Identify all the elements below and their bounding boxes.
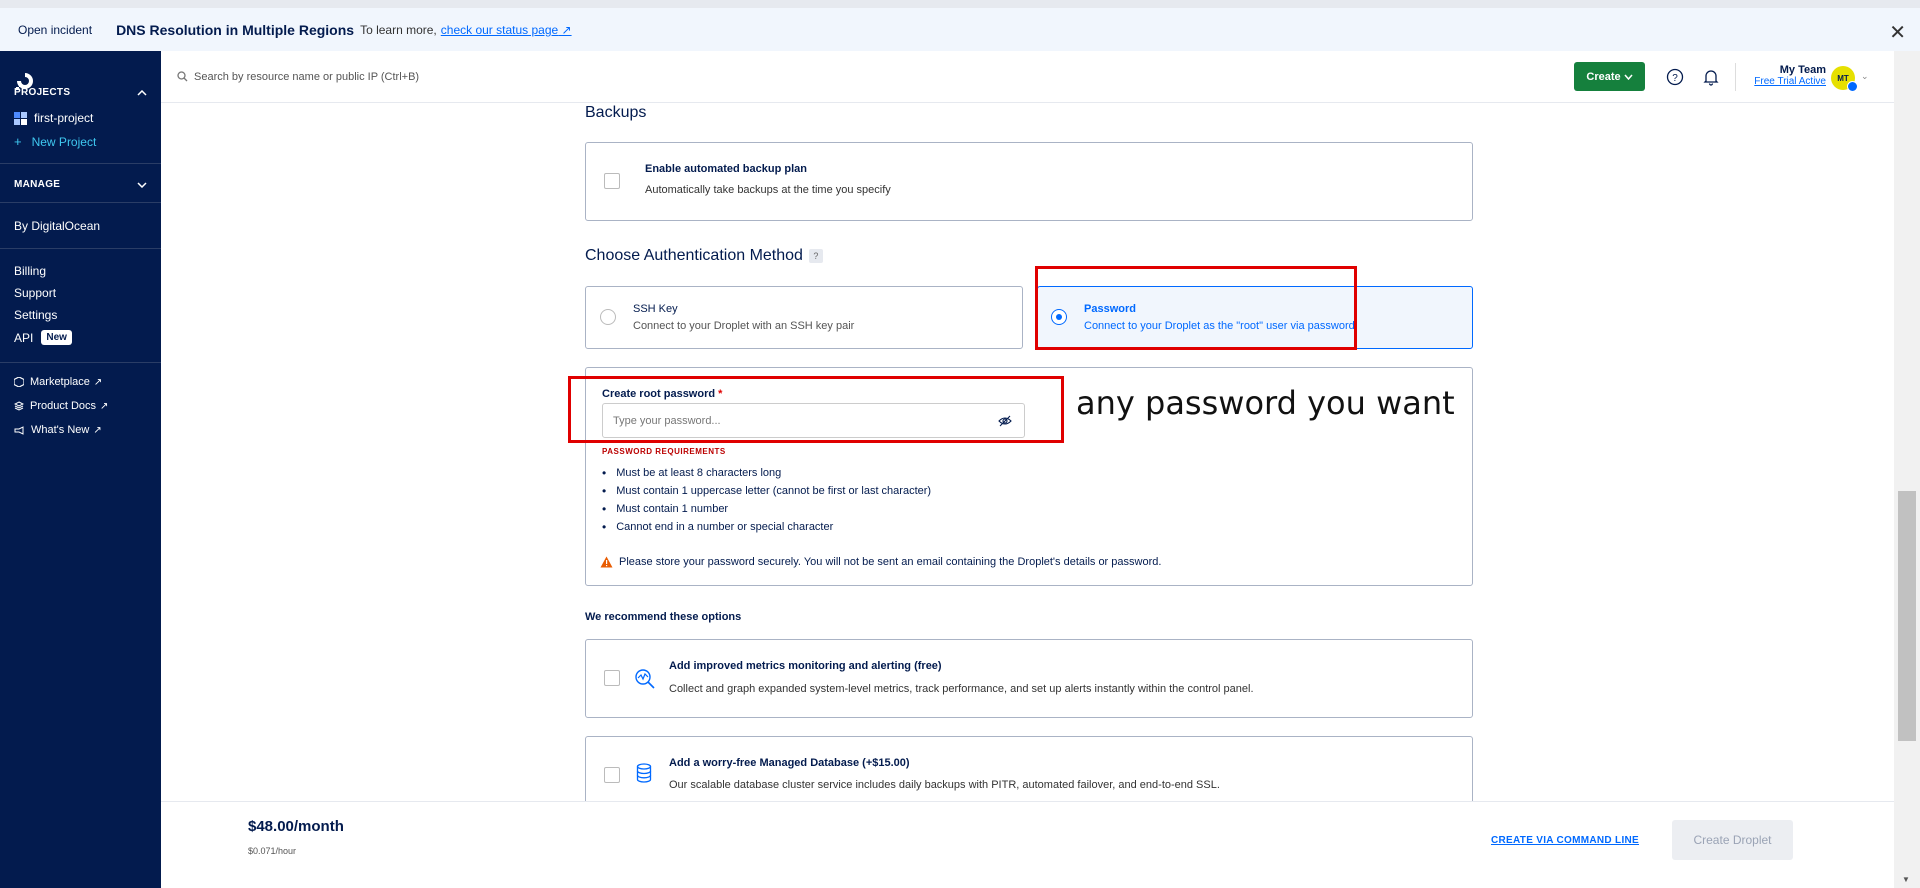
- free-trial-link[interactable]: Free Trial Active: [1746, 76, 1826, 87]
- backup-checkbox[interactable]: [604, 173, 620, 189]
- help-icon[interactable]: ?: [1666, 68, 1684, 86]
- incident-more-text: To learn more,: [360, 22, 437, 37]
- new-badge: New: [41, 330, 72, 345]
- create-droplet-form: Backups Enable automated backup plan Aut…: [161, 104, 1894, 801]
- project-label: first-project: [34, 111, 94, 125]
- incident-title: DNS Resolution in Multiple Regions: [116, 21, 355, 38]
- project-icon: [14, 111, 27, 125]
- warning-icon: [600, 556, 613, 568]
- requirement-item: Must contain 1 number: [602, 500, 931, 518]
- chevron-down-icon: [1624, 74, 1633, 80]
- sidebar-item-product-docs[interactable]: Product Docs ↗: [0, 400, 161, 412]
- backups-heading: Backups: [585, 104, 647, 121]
- metrics-desc: Collect and graph expanded system-level …: [669, 683, 1254, 695]
- metrics-chart-icon: [634, 668, 656, 690]
- ssh-key-option[interactable]: SSH Key Connect to your Droplet with an …: [585, 286, 1023, 349]
- backup-desc: Automatically take backups at the time y…: [645, 184, 891, 196]
- ssh-key-desc: Connect to your Droplet with an SSH key …: [633, 320, 855, 332]
- external-link-icon: ↗: [93, 376, 103, 388]
- highlight-box-password-option: [1035, 266, 1357, 350]
- backup-title: Enable automated backup plan: [645, 163, 807, 175]
- external-link-icon: ↗: [100, 400, 109, 412]
- sidebar-item-api[interactable]: API New: [0, 330, 161, 345]
- sidebar-item-support[interactable]: Support: [0, 286, 161, 300]
- megaphone-icon: [14, 425, 25, 435]
- create-droplet-button[interactable]: Create Droplet: [1672, 820, 1793, 860]
- password-warning: Please store your password securely. You…: [600, 556, 1161, 568]
- incident-label: Open incident: [18, 22, 93, 37]
- metrics-option-card[interactable]: Add improved metrics monitoring and aler…: [585, 639, 1473, 718]
- create-button[interactable]: Create: [1574, 62, 1645, 91]
- database-title: Add a worry-free Managed Database (+$15.…: [669, 757, 910, 769]
- team-switcher[interactable]: My Team Free Trial Active: [1746, 64, 1826, 87]
- scroll-down-arrow-icon[interactable]: ▼: [1902, 875, 1910, 884]
- requirement-item: Must be at least 8 characters long: [602, 464, 931, 482]
- incident-banner: Open incident DNS Resolution in Multiple…: [0, 0, 1920, 51]
- recommend-heading: We recommend these options: [585, 611, 742, 623]
- auth-heading: Choose Authentication Method?: [585, 247, 823, 265]
- bell-icon[interactable]: [1702, 68, 1720, 86]
- projects-header[interactable]: PROJECTS: [0, 87, 161, 98]
- sidebar-item-first-project[interactable]: first-project: [0, 111, 161, 125]
- top-bar: Search by resource name or public IP (Ct…: [161, 51, 1894, 103]
- scrollbar-thumb[interactable]: [1898, 491, 1916, 741]
- requirement-item: Cannot end in a number or special charac…: [602, 518, 931, 536]
- sidebar: PROJECTS first-project + New Project MAN…: [0, 51, 161, 888]
- manage-header[interactable]: MANAGE: [0, 179, 161, 190]
- ssh-key-title: SSH Key: [633, 303, 678, 315]
- external-link-icon: ↗: [561, 22, 572, 37]
- database-icon: [636, 763, 652, 783]
- close-icon[interactable]: ✕: [1889, 20, 1906, 45]
- annotation-text: any password you want: [1076, 384, 1455, 422]
- monthly-price: $48.00/month: [248, 818, 344, 835]
- help-icon[interactable]: ?: [808, 248, 823, 263]
- chevron-down-icon: [137, 181, 147, 188]
- password-requirements-list: Must be at least 8 characters long Must …: [602, 464, 931, 536]
- svg-text:?: ?: [1672, 73, 1678, 84]
- ssh-key-radio[interactable]: [600, 309, 616, 325]
- search-bar[interactable]: Search by resource name or public IP (Ct…: [177, 71, 419, 83]
- team-name: My Team: [1779, 64, 1826, 76]
- sidebar-item-settings[interactable]: Settings: [0, 308, 161, 322]
- marketplace-icon: [14, 377, 24, 387]
- plus-icon: +: [14, 134, 22, 149]
- avatar-status-icon: [1847, 81, 1858, 92]
- metrics-title: Add improved metrics monitoring and aler…: [669, 660, 942, 672]
- password-requirements-heading: PASSWORD REQUIREMENTS: [602, 447, 726, 456]
- backup-option-card[interactable]: Enable automated backup plan Automatical…: [585, 142, 1473, 221]
- metrics-checkbox[interactable]: [604, 670, 620, 686]
- hourly-price: $0.071/hour: [248, 846, 297, 856]
- page-scrollbar[interactable]: ▼: [1894, 51, 1920, 888]
- status-page-link[interactable]: check our status page ↗: [441, 23, 572, 37]
- sidebar-item-whats-new[interactable]: What's New ↗: [0, 424, 161, 436]
- sidebar-item-by-digitalocean[interactable]: By DigitalOcean: [0, 219, 161, 233]
- sidebar-item-billing[interactable]: Billing: [0, 264, 161, 278]
- sidebar-item-marketplace[interactable]: Marketplace ↗: [0, 376, 161, 388]
- highlight-box-password-input: [568, 376, 1064, 443]
- requirement-item: Must contain 1 uppercase letter (cannot …: [602, 482, 931, 500]
- database-checkbox[interactable]: [604, 767, 620, 783]
- managed-database-option-card[interactable]: Add a worry-free Managed Database (+$15.…: [585, 736, 1473, 801]
- docs-stack-icon: [14, 401, 24, 411]
- search-icon: [177, 71, 188, 82]
- chevron-down-icon[interactable]: ⌄: [1861, 71, 1869, 82]
- external-link-icon: ↗: [93, 424, 102, 436]
- create-via-command-line-link[interactable]: CREATE VIA COMMAND LINE: [1491, 835, 1639, 846]
- new-project-button[interactable]: + New Project: [0, 134, 161, 149]
- database-desc: Our scalable database cluster service in…: [669, 779, 1220, 791]
- chevron-up-icon: [137, 89, 147, 96]
- order-summary-footer: $48.00/month $0.071/hour CREATE VIA COMM…: [161, 801, 1894, 888]
- search-input[interactable]: Search by resource name or public IP (Ct…: [194, 71, 419, 83]
